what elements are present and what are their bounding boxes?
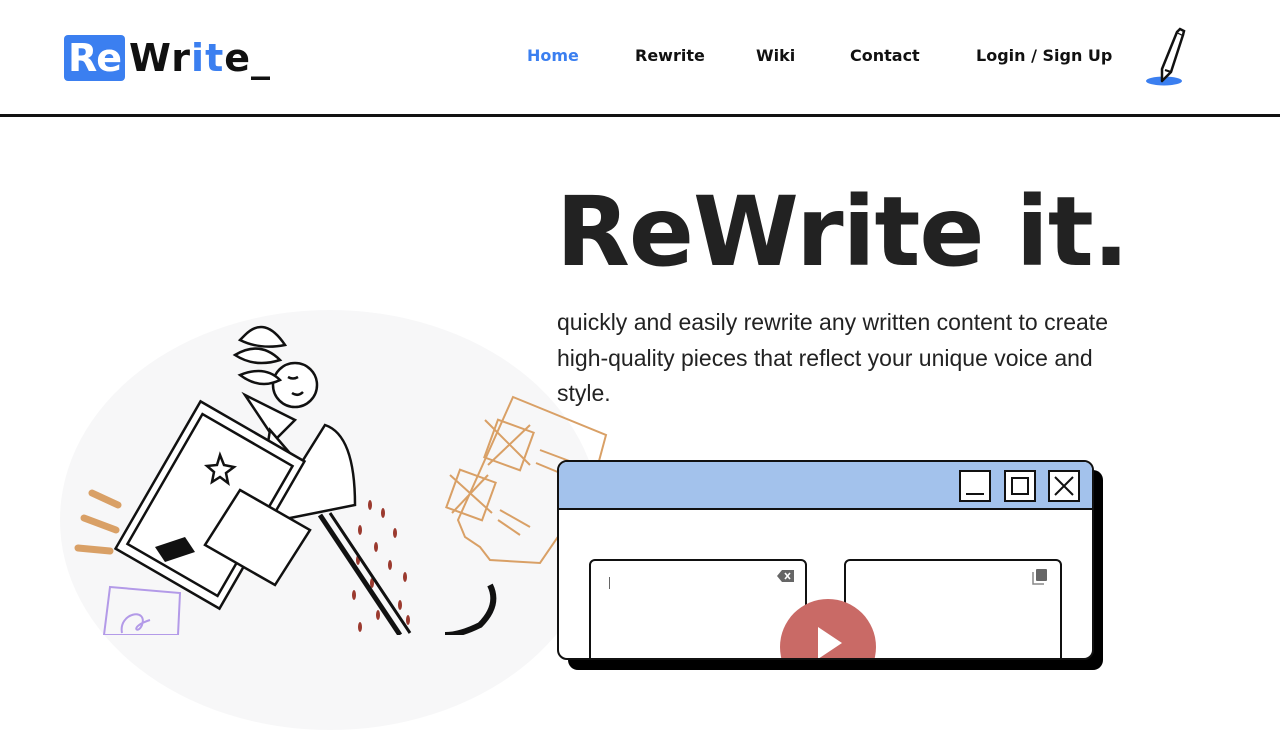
minimize-button[interactable] <box>959 470 991 502</box>
window-titlebar <box>559 462 1092 510</box>
output-textarea[interactable] <box>844 559 1062 658</box>
minimize-icon <box>966 493 984 495</box>
maximize-icon <box>1011 477 1029 495</box>
hero-title: ReWrite it. <box>556 176 1129 288</box>
figure <box>113 325 412 635</box>
motion-lines <box>74 489 122 555</box>
logo-text-part1: Wr <box>129 36 192 80</box>
logo-text: Write_ <box>129 36 271 80</box>
maximize-button[interactable] <box>1004 470 1036 502</box>
nav-login-signup[interactable]: Login / Sign Up <box>976 46 1112 65</box>
nav-rewrite[interactable]: Rewrite <box>635 46 705 65</box>
rewrite-window-mockup <box>557 460 1094 660</box>
hero-subtitle: quickly and easily rewrite any written c… <box>557 309 1108 406</box>
pen-icon[interactable] <box>1143 26 1193 88</box>
dot-trail <box>352 500 410 632</box>
backspace-clear-icon[interactable] <box>777 569 795 583</box>
nav-home[interactable]: Home <box>527 46 579 65</box>
input-textarea[interactable] <box>589 559 807 658</box>
play-icon <box>818 627 842 658</box>
nav-wiki[interactable]: Wiki <box>756 46 795 65</box>
person-carrying-frame-illustration <box>74 325 608 635</box>
play-button[interactable] <box>780 599 876 658</box>
purple-note <box>102 585 182 635</box>
close-icon <box>1054 476 1074 496</box>
logo-boxed-text: Re <box>64 35 126 81</box>
copy-icon[interactable] <box>1032 569 1048 585</box>
text-cursor <box>609 577 610 589</box>
logo-text-part2: it <box>191 36 225 80</box>
logo-text-part3: e_ <box>224 36 272 80</box>
nav-contact[interactable]: Contact <box>850 46 920 65</box>
site-header: Re Write_ Home Rewrite Wiki Contact Logi… <box>0 0 1280 117</box>
logo[interactable]: Re Write_ <box>64 35 271 81</box>
close-button[interactable] <box>1048 470 1080 502</box>
cat-tail <box>444 583 497 635</box>
